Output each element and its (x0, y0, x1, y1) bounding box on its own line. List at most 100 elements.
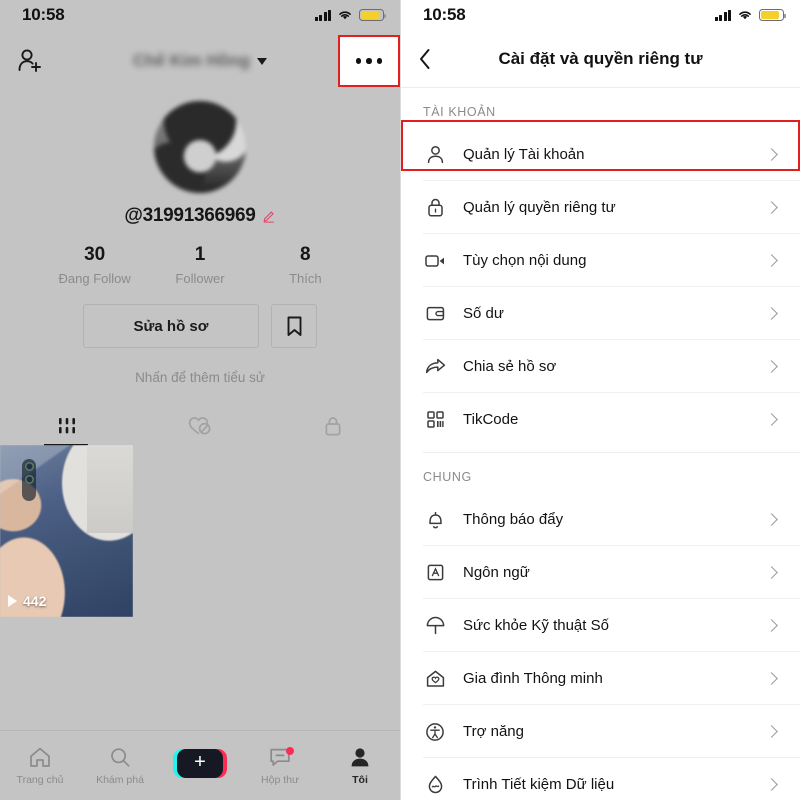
bio-placeholder[interactable]: Nhấn để thêm tiểu sử (0, 370, 400, 385)
settings-row-balance[interactable]: Số dư (401, 287, 800, 340)
status-icons (714, 9, 787, 21)
right-status-bar: 10:58 (401, 0, 800, 30)
settings-row-accessibility[interactable]: Trợ năng (401, 705, 800, 758)
row-label: Quản lý Tài khoản (463, 146, 585, 163)
likes-count: 8 (300, 244, 311, 265)
settings-row-manage-privacy[interactable]: Quản lý quyền riêng tư (401, 181, 800, 234)
general-settings-list: Thông báo đẩy Ngôn ngữ Sức khỏe Kỹ thuật… (401, 493, 800, 800)
stat-followers[interactable]: 1 Follower (147, 244, 252, 286)
chevron-right-icon (765, 307, 778, 320)
search-icon (111, 747, 130, 767)
lock-icon (423, 196, 447, 220)
stat-likes[interactable]: 8 Thích (253, 244, 358, 286)
language-icon (423, 561, 447, 585)
profile-tabs (0, 407, 400, 447)
umbrella-icon (423, 614, 447, 638)
video-camera-icon (423, 249, 447, 273)
private-tab[interactable] (267, 407, 400, 445)
row-label: Chia sẻ hồ sơ (463, 358, 557, 375)
display-name: Chế Kim Hồng (132, 51, 251, 70)
followers-count: 1 (194, 244, 206, 265)
view-count: 442 (23, 593, 47, 609)
following-count: 30 (84, 244, 106, 265)
settings-row-content-preferences[interactable]: Tùy chọn nội dung (401, 234, 800, 287)
avatar-container[interactable] (0, 101, 400, 193)
row-label: Gia đình Thông minh (463, 670, 603, 687)
stat-following[interactable]: 30 Đang Follow (42, 244, 147, 286)
settings-row-digital-wellbeing[interactable]: Sức khỏe Kỹ thuật Số (401, 599, 800, 652)
grid-tab[interactable] (0, 407, 133, 445)
grid-icon (58, 418, 75, 434)
row-label: Ngôn ngữ (463, 564, 530, 581)
page-title: Cài đặt và quyền riêng tư (498, 48, 703, 68)
chevron-right-icon (765, 148, 778, 161)
profile-screen: 10:58 Chế Kim Hồng @31991366969 30 Đang … (0, 0, 400, 800)
chevron-right-icon (765, 778, 778, 791)
add-person-icon[interactable] (16, 46, 46, 76)
lock-icon (325, 417, 341, 436)
profile-icon (351, 747, 369, 766)
settings-header: Cài đặt và quyền riêng tư (401, 30, 800, 88)
caret-down-icon (257, 57, 268, 65)
status-time: 10:58 (22, 5, 65, 24)
row-label: Trợ năng (463, 723, 524, 740)
chevron-right-icon (765, 566, 778, 579)
family-home-icon (423, 667, 447, 691)
nav-inbox[interactable]: Hộp thư (240, 746, 320, 786)
nav-home-label: Trang chủ (16, 773, 64, 786)
avatar[interactable] (154, 101, 246, 193)
nav-profile[interactable]: Tôi (320, 746, 400, 786)
bookmark-icon (287, 316, 301, 336)
section-header-general: CHUNG (423, 470, 472, 484)
wifi-icon (339, 11, 351, 20)
profile-top-bar: Chế Kim Hồng (0, 30, 400, 92)
row-label: Sức khỏe Kỹ thuật Số (463, 617, 609, 634)
liked-tab[interactable] (133, 407, 266, 445)
edit-profile-button[interactable]: Sửa hồ sơ (83, 304, 259, 348)
bookmark-button[interactable] (271, 304, 317, 348)
chevron-right-icon (765, 201, 778, 214)
followers-label: Follower (175, 271, 225, 286)
settings-row-data-saver[interactable]: Trình Tiết kiệm Dữ liệu (401, 758, 800, 800)
more-options-button[interactable] (338, 35, 400, 87)
person-icon (423, 143, 447, 167)
nav-create[interactable]: + (160, 748, 240, 783)
back-button[interactable] (401, 30, 449, 88)
nav-inbox-label: Hộp thư (261, 773, 299, 786)
cellular-bars-icon (714, 9, 731, 21)
status-icons (314, 9, 387, 21)
settings-row-manage-account[interactable]: Quản lý Tài khoản (401, 128, 800, 181)
chevron-right-icon (765, 725, 778, 738)
row-label: TikCode (463, 411, 519, 428)
plus-icon[interactable]: + (173, 748, 227, 778)
username-row[interactable]: @31991366969 (0, 205, 400, 227)
qr-code-icon (423, 408, 447, 432)
chevron-right-icon (765, 619, 778, 632)
play-icon (8, 595, 17, 607)
pencil-icon[interactable] (262, 209, 276, 223)
settings-row-share-profile[interactable]: Chia sẻ hồ sơ (401, 340, 800, 393)
nav-home[interactable]: Trang chủ (0, 746, 80, 786)
nav-discover[interactable]: Khám phá (80, 746, 160, 786)
bottom-navigation: Trang chủ Khám phá + Hộp thư Tôi (0, 730, 400, 800)
video-thumbnail[interactable]: 442 (0, 445, 133, 617)
settings-row-push-notifications[interactable]: Thông báo đẩy (401, 493, 800, 546)
wallet-icon (423, 302, 447, 326)
following-label: Đang Follow (58, 271, 131, 286)
settings-row-family-pairing[interactable]: Gia đình Thông minh (401, 652, 800, 705)
account-settings-list: Quản lý Tài khoản Quản lý quyền riêng tư (401, 128, 800, 446)
section-header-account: TÀI KHOẢN (423, 105, 496, 119)
video-views: 442 (8, 593, 46, 609)
settings-row-language[interactable]: Ngôn ngữ (401, 546, 800, 599)
settings-screen: 10:58 Cài đặt và quyền riêng tư TÀI KHOẢ… (400, 0, 800, 800)
chevron-right-icon (765, 672, 778, 685)
profile-actions: Sửa hồ sơ (0, 304, 400, 348)
chevron-right-icon (765, 360, 778, 373)
settings-row-tikcode[interactable]: TikCode (401, 393, 800, 446)
inbox-badge (286, 746, 294, 755)
battery-icon (759, 9, 787, 21)
share-arrow-icon (423, 355, 447, 379)
likes-label: Thích (289, 271, 322, 286)
battery-icon (359, 9, 387, 21)
heart-off-icon (188, 417, 211, 435)
